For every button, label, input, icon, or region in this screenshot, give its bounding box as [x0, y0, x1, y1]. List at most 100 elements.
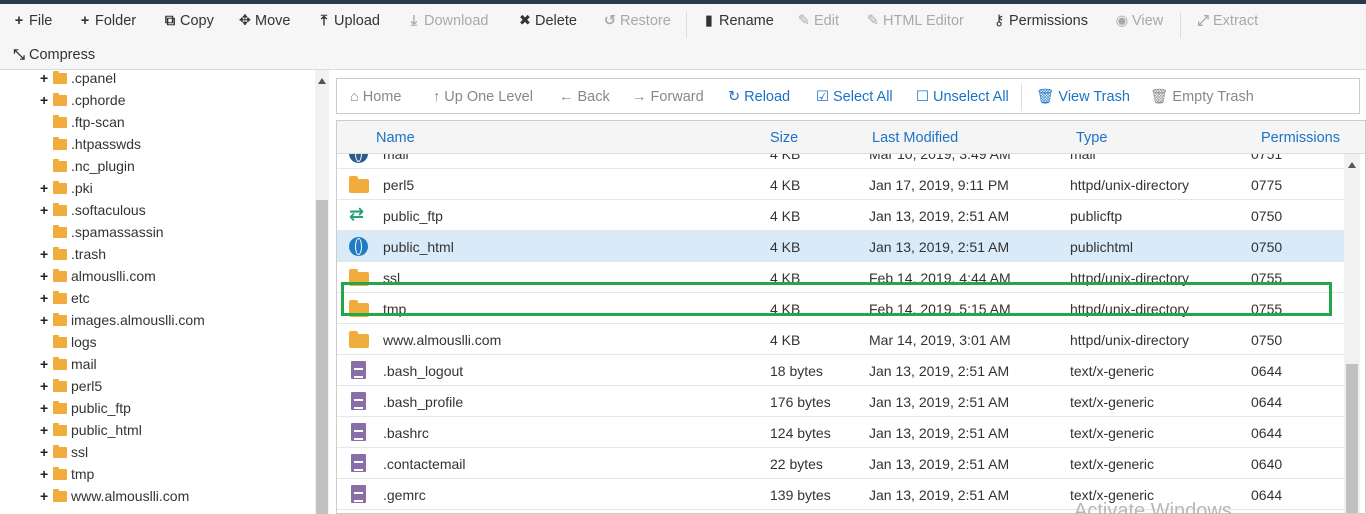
download-button[interactable]: ⤓ Download [407, 9, 489, 33]
expand-plus-icon[interactable]: + [40, 70, 52, 89]
file-size: 124 bytes [770, 425, 831, 441]
back-button[interactable]: ← Back [559, 87, 610, 107]
new-folder-button[interactable]: + Folder [78, 9, 136, 33]
folder-icon [53, 423, 67, 436]
file-last-modified: Jan 13, 2019, 2:51 AM [869, 363, 1010, 379]
globe-icon [349, 237, 368, 256]
table-row[interactable]: .bashrc 124 bytes Jan 13, 2019, 2:51 AM tex… [337, 417, 1344, 448]
file-type: text/x-generic [1070, 425, 1155, 441]
compress-label: Compress [29, 47, 96, 63]
permissions-button[interactable]: ⚷ Permissions [992, 9, 1088, 33]
file-name: tmp [383, 301, 407, 317]
file-icon [351, 485, 366, 503]
file-size: 176 bytes [770, 394, 831, 410]
table-scrollbar-thumb[interactable] [1346, 364, 1358, 513]
expand-plus-icon[interactable]: + [40, 287, 52, 309]
table-row[interactable]: .bash_logout 18 bytes Jan 13, 2019, 2:51 A… [337, 355, 1344, 386]
expand-plus-icon[interactable]: + [40, 353, 52, 375]
table-row[interactable]: .bash_profile 176 bytes Jan 13, 2019, 2:51… [337, 386, 1344, 417]
column-header-size[interactable]: Size [770, 130, 798, 146]
edit-button[interactable]: ✎ Edit [797, 9, 839, 33]
delete-button[interactable]: ✖ Delete [518, 9, 577, 33]
copy-label: Copy [180, 13, 214, 29]
table-row[interactable]: public_html 4 KB Jan 13, 2019, 2:51 AM publ… [337, 231, 1344, 262]
move-button[interactable]: ✥ Move [238, 9, 291, 33]
table-body: mail 4 KB Mar 10, 2019, 3:49 AM mail 0751 per… [337, 154, 1344, 513]
column-header-last-modified[interactable]: Last Modified [872, 130, 958, 146]
undo-icon: ↺ [603, 13, 617, 29]
scroll-up-arrow-icon[interactable] [318, 78, 326, 84]
file-permissions: 0644 [1251, 363, 1283, 379]
table-row[interactable]: tmp 4 KB Feb 14, 2019, 5:15 AM httpd/unix-d… [337, 293, 1344, 324]
scroll-up-arrow-icon[interactable] [1348, 162, 1356, 168]
table-row[interactable]: ⇄ public_ftp 4 KB Jan 13, 2019, 2:51 AM publ… [337, 200, 1344, 231]
column-header-name[interactable]: Name [376, 130, 415, 146]
file-last-modified: Mar 14, 2019, 3:01 AM [869, 332, 1011, 348]
select-all-button[interactable]: ☑ Select All [816, 87, 893, 107]
expand-plus-icon[interactable]: + [40, 89, 52, 111]
new-file-button[interactable]: + File [12, 9, 53, 33]
unselect-all-label: Unselect All [933, 89, 1009, 105]
file-size: 22 bytes [770, 456, 823, 472]
tree-item-label: public_ftp [71, 400, 131, 416]
unselect-all-button[interactable]: ☐ Unselect All [916, 87, 1009, 107]
file-permissions: 0750 [1251, 239, 1283, 255]
file-size: 4 KB [770, 332, 801, 348]
empty-trash-button[interactable]: 🗑 Empty Trash [1150, 87, 1254, 107]
tree-scrollbar-thumb[interactable] [316, 200, 328, 514]
extract-button[interactable]: ⤢ Extract [1196, 9, 1258, 33]
folder-icon [53, 269, 67, 282]
expand-plus-icon[interactable]: + [40, 243, 52, 265]
reload-button[interactable]: ↻ Reload [728, 87, 790, 107]
expand-plus-icon[interactable]: + [40, 177, 52, 199]
file-type: publichtml [1070, 239, 1134, 255]
expand-plus-icon[interactable]: + [40, 309, 52, 331]
expand-plus-icon[interactable]: + [40, 375, 52, 397]
table-row[interactable]: .contactemail 22 bytes Jan 13, 2019, 2:51 … [337, 448, 1344, 479]
arrow-right-icon: → [632, 89, 647, 105]
folder-icon [53, 115, 67, 128]
view-trash-button[interactable]: 🗑 View Trash [1036, 87, 1130, 107]
expand-plus-icon[interactable]: + [40, 463, 52, 485]
file-icon: ▮ [705, 13, 713, 29]
folder-icon [53, 335, 67, 348]
file-name: .bash_profile [383, 394, 464, 410]
restore-button[interactable]: ↺ Restore [603, 9, 671, 33]
view-button[interactable]: ◉ View [1115, 9, 1164, 33]
folder-icon [53, 71, 67, 84]
tree-scrollbar[interactable] [315, 70, 329, 514]
compress-icon: ⤡ [13, 47, 25, 63]
upload-button[interactable]: ⤒ Upload [317, 9, 380, 33]
folder-icon [53, 247, 67, 260]
expand-plus-icon[interactable]: + [40, 199, 52, 221]
compress-button[interactable]: ⤡ Compress [12, 43, 95, 67]
folder-icon [53, 181, 67, 194]
table-row[interactable]: www.almouslli.com 4 KB Mar 14, 2019, 3:01 … [337, 324, 1344, 355]
expand-plus-icon[interactable]: + [40, 397, 52, 419]
tree-item-label: .softaculous [71, 202, 146, 218]
expand-plus-icon[interactable]: + [40, 419, 52, 441]
expand-plus-icon[interactable]: + [40, 485, 52, 507]
forward-button[interactable]: → Forward [632, 87, 704, 107]
folder-icon [53, 313, 67, 326]
expand-plus-icon[interactable]: + [40, 265, 52, 287]
tree-item-label: .spamassassin [71, 224, 164, 240]
column-header-permissions[interactable]: Permissions [1261, 130, 1340, 146]
column-header-type[interactable]: Type [1076, 130, 1107, 146]
folder-icon [53, 445, 67, 458]
table-row[interactable]: mail 4 KB Mar 10, 2019, 3:49 AM mail 0751 [337, 154, 1344, 169]
home-button[interactable]: ⌂ Home [350, 87, 401, 107]
tree-item-label: .ftp-scan [71, 114, 125, 130]
folder-icon [349, 269, 369, 286]
table-row[interactable]: perl5 4 KB Jan 17, 2019, 9:11 PM httpd/unix… [337, 169, 1344, 200]
copy-button[interactable]: ⧉ Copy [163, 9, 214, 33]
view-label: View [1132, 13, 1164, 29]
html-editor-button[interactable]: ✎ HTML Editor [866, 9, 964, 33]
up-one-level-button[interactable]: ↑ Up One Level [433, 87, 533, 107]
expand-plus-icon[interactable]: + [40, 441, 52, 463]
rename-button[interactable]: ▮ Rename [702, 9, 774, 33]
folder-icon [53, 137, 67, 150]
table-scrollbar[interactable] [1344, 154, 1360, 513]
file-icon [351, 392, 366, 410]
table-row[interactable]: ssl 4 KB Feb 14, 2019, 4:44 AM httpd/unix-d… [337, 262, 1344, 293]
